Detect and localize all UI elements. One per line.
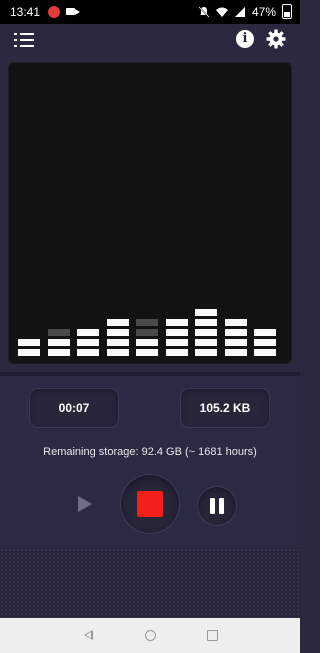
level-segment [107, 319, 129, 326]
level-segment [136, 349, 158, 356]
level-segment [225, 339, 247, 346]
pause-button[interactable] [198, 487, 236, 525]
level-segment [254, 329, 276, 336]
home-icon[interactable] [145, 630, 156, 641]
level-segment [136, 329, 158, 336]
level-segment [48, 329, 70, 336]
level-segment [166, 339, 188, 346]
info-icon[interactable]: i [236, 30, 254, 48]
level-segment [195, 309, 217, 316]
play-button[interactable] [70, 490, 98, 518]
file-size-display: 105.2 KB [181, 389, 269, 427]
level-segment [107, 339, 129, 346]
audio-level-visualizer [8, 62, 292, 364]
status-time: 13:41 [10, 5, 41, 19]
level-segment [195, 329, 217, 336]
system-nav-bar [0, 618, 300, 653]
level-segment [225, 319, 247, 326]
level-segment [225, 329, 247, 336]
level-segment [136, 339, 158, 346]
level-segment [166, 349, 188, 356]
gear-icon[interactable] [266, 29, 286, 49]
elapsed-time-display: 00:07 [30, 389, 118, 427]
level-segment [225, 349, 247, 356]
level-segment [136, 319, 158, 326]
level-segment [195, 319, 217, 326]
list-menu-icon[interactable] [14, 32, 34, 48]
battery-icon [282, 4, 292, 19]
level-segment [107, 329, 129, 336]
app-bar: i [0, 24, 300, 56]
level-segment [18, 349, 40, 356]
level-segment [195, 339, 217, 346]
level-segment [254, 339, 276, 346]
level-segment [254, 349, 276, 356]
remaining-storage-text: Remaining storage: 92.4 GB (~ 1681 hours… [43, 446, 257, 458]
record-notification-icon [48, 6, 60, 18]
level-segment [107, 349, 129, 356]
dnd-icon [198, 5, 210, 18]
pause-icon [210, 498, 215, 514]
record-stop-button[interactable] [121, 475, 179, 533]
recents-icon[interactable] [207, 630, 218, 641]
texture-footer [0, 548, 300, 618]
stop-icon [137, 491, 163, 517]
battery-percent: 47% [251, 4, 276, 19]
level-segment [18, 339, 40, 346]
status-bar: 13:41 47% [0, 0, 300, 24]
divider [0, 372, 300, 376]
video-camera-icon [66, 8, 80, 15]
level-segment [77, 339, 99, 346]
wifi-icon [215, 7, 228, 17]
level-segment [195, 349, 217, 356]
level-segment [48, 339, 70, 346]
pause-icon-bar [219, 498, 224, 514]
level-segment [166, 319, 188, 326]
signal-icon [234, 6, 245, 17]
level-segment [77, 349, 99, 356]
level-segment [48, 349, 70, 356]
level-segment [77, 329, 99, 336]
level-segment [166, 329, 188, 336]
level-bars [18, 296, 286, 356]
back-icon[interactable] [84, 630, 93, 640]
